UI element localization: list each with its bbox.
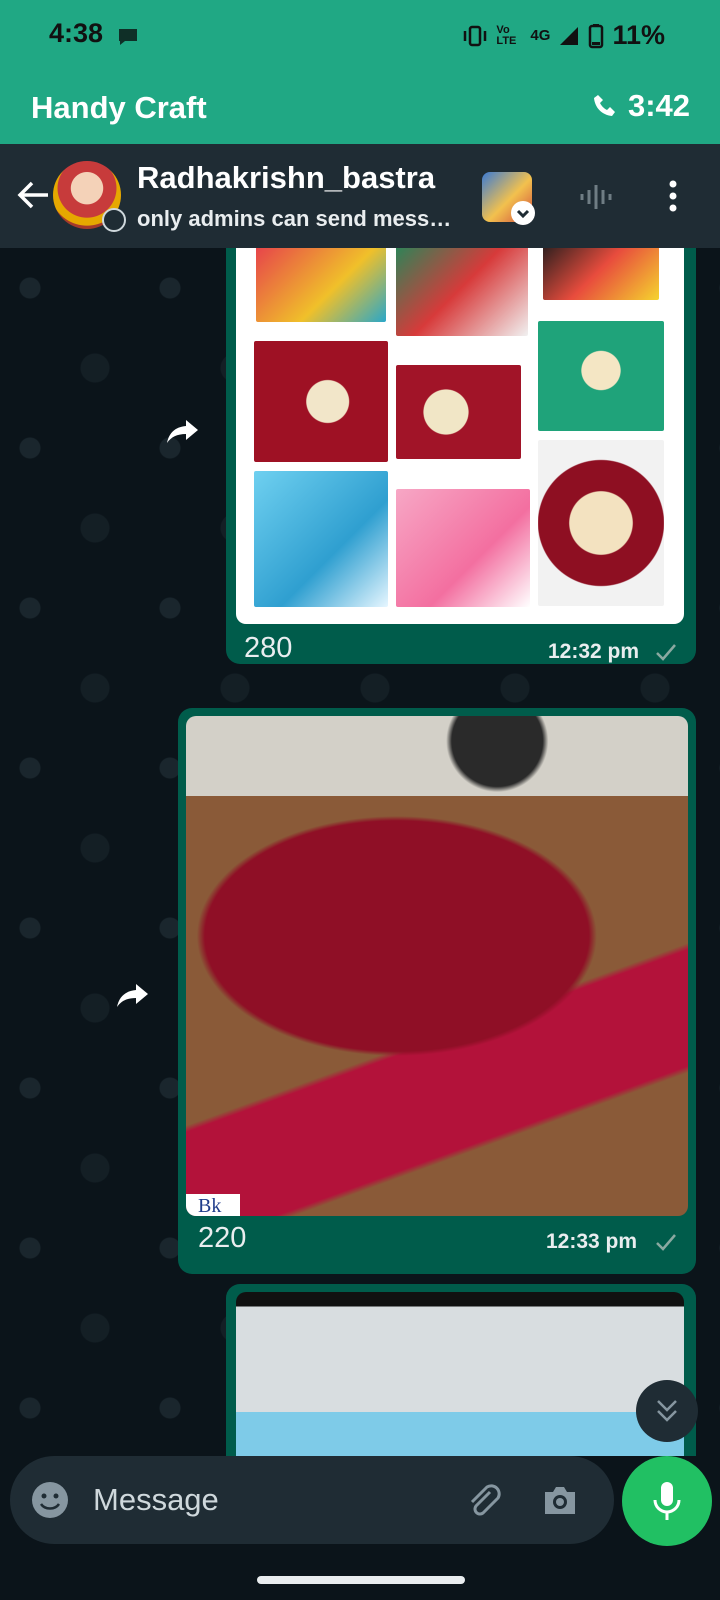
message-bubble-1[interactable]: 280 12:32 pm [226,248,696,664]
collage-photo-8 [396,489,530,607]
status-ring-icon [102,208,126,232]
call-title: Handy Craft [31,90,207,125]
voice-wave-icon[interactable] [580,182,616,212]
chat-name[interactable]: Radhakrishn_bastra [137,160,435,196]
status-bar: 4:38 Vo LTE 4G 11% [0,0,720,72]
mic-icon [653,1482,681,1520]
ongoing-call-bar[interactable]: Handy Craft 3:42 [0,72,720,144]
voice-message-button[interactable] [622,1456,712,1546]
chat-status-icon [119,29,137,45]
collage-photo-6 [538,321,664,431]
collage-photo-2 [396,248,528,336]
chat-area[interactable]: 280 12:32 pm Bk 220 12:33 pm [0,248,720,1456]
forward-icon[interactable] [112,972,156,1016]
chevron-down-icon[interactable] [511,201,535,225]
message-bubble-2[interactable]: Bk 220 12:33 pm [178,708,696,1274]
emoji-icon[interactable] [30,1480,70,1520]
status-icons: Vo LTE 4G 11% [462,20,665,51]
back-arrow-icon[interactable] [16,180,50,210]
signal-icon [560,26,579,45]
call-timer-text: 3:42 [627,88,690,123]
message-caption: 220 [198,1222,247,1254]
message-bubble-3[interactable] [226,1284,696,1456]
gesture-nav-pill[interactable] [257,1576,465,1584]
collage-photo-7 [254,471,388,607]
status-time: 4:38 [49,18,104,48]
chat-header: Radhakrishn_bastra only admins can send … [0,144,720,248]
phone-icon [593,95,615,116]
watermark-logo: Bk [186,1194,240,1216]
collage-photo-1 [256,248,386,322]
battery-icon [589,23,604,48]
vibrate-icon [464,25,487,46]
photo-collage[interactable] [236,248,684,624]
more-vert-icon[interactable] [668,180,678,212]
attach-icon[interactable] [462,1480,502,1520]
battery-percent: 11% [612,20,665,50]
message-time: 12:32 pm [548,640,640,663]
collage-photo-5 [396,365,521,459]
camera-icon[interactable] [540,1480,580,1520]
chevrons-down-icon [657,1400,677,1422]
collage-photo-4 [254,341,388,462]
collage-photo-9 [538,440,664,606]
collage-photo-3 [543,248,659,300]
tick-icon [656,1234,676,1251]
call-timer: 3:42 [592,88,690,124]
forward-icon[interactable] [162,408,206,452]
scroll-to-bottom-button[interactable] [636,1380,698,1442]
product-photo[interactable] [236,1292,684,1456]
message-caption: 280 [244,632,293,664]
volte-label: Vo LTE [496,23,517,47]
network-label: 4G [530,27,551,44]
message-time: 12:33 pm [546,1230,638,1253]
message-input[interactable]: Message [93,1482,219,1518]
message-composer[interactable]: Message [10,1456,614,1544]
chat-subtitle: only admins can send messages [137,206,457,231]
tick-icon [656,644,676,661]
product-photo[interactable]: Bk [186,716,688,1216]
